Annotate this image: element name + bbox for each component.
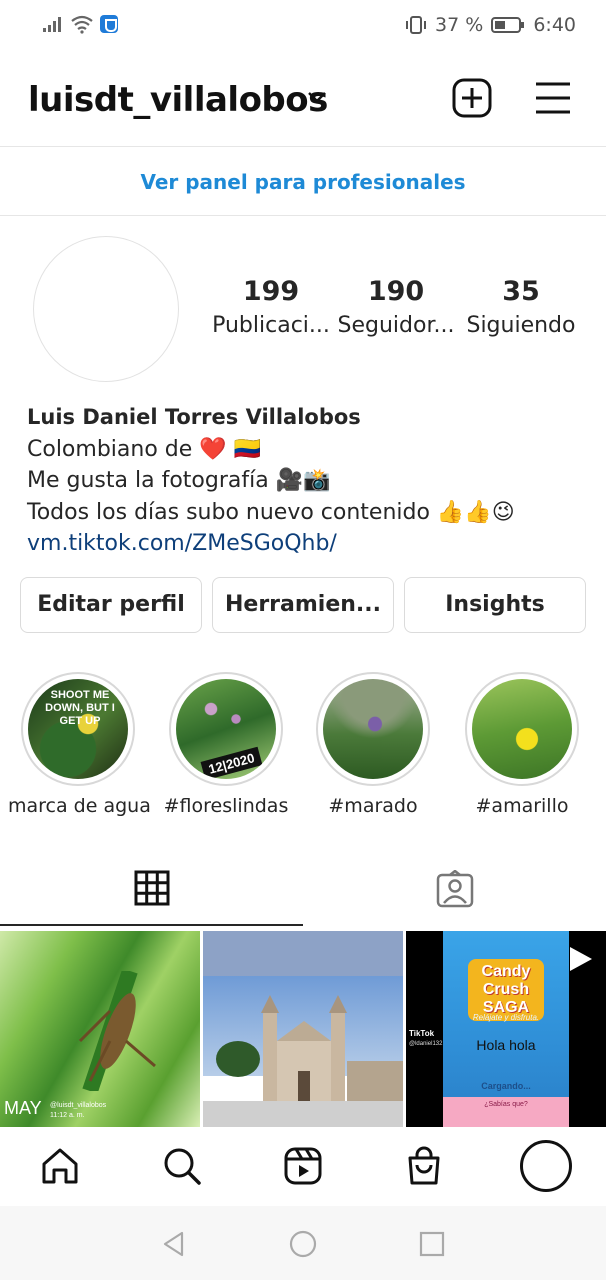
highlight-cover — [472, 679, 572, 779]
profile-bio: Luis Daniel Torres Villalobos Colombiano… — [27, 402, 587, 560]
highlight-marca-de-agua[interactable]: SHOOT ME DOWN, BUT I GET UP marca de agu… — [8, 672, 151, 817]
stat-posts-value: 199 — [242, 276, 300, 307]
grid-icon — [134, 870, 170, 906]
shield-icon — [100, 15, 118, 33]
status-bar: 37 % 6:40 — [0, 0, 606, 52]
highlight-label: #amarillo — [475, 795, 569, 817]
stat-posts[interactable]: 199 Publicaci... — [206, 276, 336, 338]
candy-crush-logo: Candy Crush SAGA — [468, 959, 544, 1021]
highlight-cover: 12|2020 — [176, 679, 276, 779]
recents-icon[interactable] — [418, 1230, 446, 1258]
home-icon[interactable] — [40, 1146, 80, 1186]
avatar[interactable] — [33, 236, 179, 382]
video-caption: Hola hola — [476, 1037, 536, 1053]
profile-header: luisdt_villalobos — [0, 60, 606, 140]
profile-name: Luis Daniel Torres Villalobos — [27, 405, 361, 429]
tagged-user-icon — [436, 870, 474, 908]
highlight-cover: SHOOT ME DOWN, BUT I GET UP — [28, 679, 128, 779]
highlight-label: #floreslindas — [163, 795, 289, 817]
highlight-overlay-text: SHOOT ME DOWN, BUT I GET UP — [45, 689, 115, 727]
divider — [0, 215, 606, 216]
bio-line: Colombiano de ❤️ 🇨🇴 — [27, 436, 262, 462]
post-watermark: MAY — [4, 1098, 42, 1118]
professional-dashboard-link[interactable]: Ver panel para profesionales — [0, 150, 606, 214]
username-title[interactable]: luisdt_villalobos — [28, 80, 328, 120]
post-thumbnail-candy-crush-video[interactable]: Candy Crush SAGA Relájate y disfruta. Ho… — [406, 931, 606, 1127]
highlight-amarillo[interactable]: #amarillo — [452, 672, 592, 817]
post-watermark-handle: @luisdt_villalobos — [50, 1102, 107, 1109]
clock: 6:40 — [533, 14, 576, 36]
stat-followers-value: 190 — [367, 276, 425, 307]
menu-button[interactable] — [534, 80, 572, 116]
post-thumbnail-church[interactable] — [203, 931, 403, 1127]
battery-percent: 37 % — [435, 14, 484, 36]
bio-line: Me gusta la fotografía 🎥📸 — [27, 468, 331, 493]
vibrate-icon — [406, 16, 427, 34]
candy-question: ¿Sabías que? — [484, 1101, 528, 1108]
highlight-label: #marado — [328, 795, 418, 817]
divider — [0, 146, 606, 147]
candy-loading: Cargando... — [481, 1081, 531, 1091]
tab-tagged[interactable] — [303, 856, 606, 926]
stat-following[interactable]: 35 Siguiendo — [456, 276, 586, 338]
highlight-marado[interactable]: #marado — [303, 672, 443, 817]
bio-line: Todos los días subo nuevo contenido 👍👍😉 — [27, 499, 515, 525]
wifi-icon — [71, 15, 93, 34]
new-post-button[interactable] — [452, 78, 492, 118]
reels-icon[interactable] — [283, 1146, 323, 1186]
stat-followers-label: Seguidor... — [337, 313, 455, 338]
edit-profile-button[interactable]: Editar perfil — [20, 577, 202, 633]
highlight-overlay-text: 12|2020 — [200, 746, 263, 779]
battery-icon — [491, 17, 525, 33]
tiktok-handle: @ldaniel132 — [409, 1041, 443, 1047]
bio-link[interactable]: vm.tiktok.com/ZMeSGoQhb/ — [27, 528, 587, 560]
signal-icon — [43, 17, 61, 32]
post-watermark-time: 11:12 a. m. — [50, 1112, 85, 1119]
stat-following-value: 35 — [502, 276, 540, 307]
grasshopper-image — [78, 971, 156, 1091]
profile-avatar-tab[interactable] — [520, 1140, 572, 1192]
stat-followers[interactable]: 190 Seguidor... — [331, 276, 461, 338]
back-icon[interactable] — [160, 1230, 188, 1258]
church-image — [203, 995, 403, 1127]
insights-button[interactable]: Insights — [404, 577, 586, 633]
tiktok-watermark: TikTok — [409, 1029, 435, 1038]
stat-following-label: Siguiendo — [466, 313, 576, 338]
shop-icon[interactable] — [404, 1146, 444, 1186]
reel-play-icon — [570, 947, 592, 971]
tools-button[interactable]: Herramien... — [212, 577, 394, 633]
highlight-floreslindas[interactable]: 12|2020 #floreslindas — [156, 672, 296, 817]
android-navigation-bar — [0, 1206, 606, 1280]
highlight-label: marca de agua — [8, 795, 151, 817]
stat-posts-label: Publicaci... — [212, 313, 330, 338]
chevron-down-icon[interactable] — [306, 90, 328, 104]
post-thumbnail-grasshopper[interactable]: MAY @luisdt_villalobos 11:12 a. m. — [0, 931, 200, 1127]
highlight-cover — [323, 679, 423, 779]
bottom-navigation — [0, 1128, 606, 1206]
tab-posts-grid[interactable] — [0, 856, 303, 926]
search-icon[interactable] — [162, 1146, 202, 1186]
candy-tagline: Relájate y disfruta. — [472, 1013, 540, 1022]
home-circle-icon[interactable] — [289, 1230, 317, 1258]
